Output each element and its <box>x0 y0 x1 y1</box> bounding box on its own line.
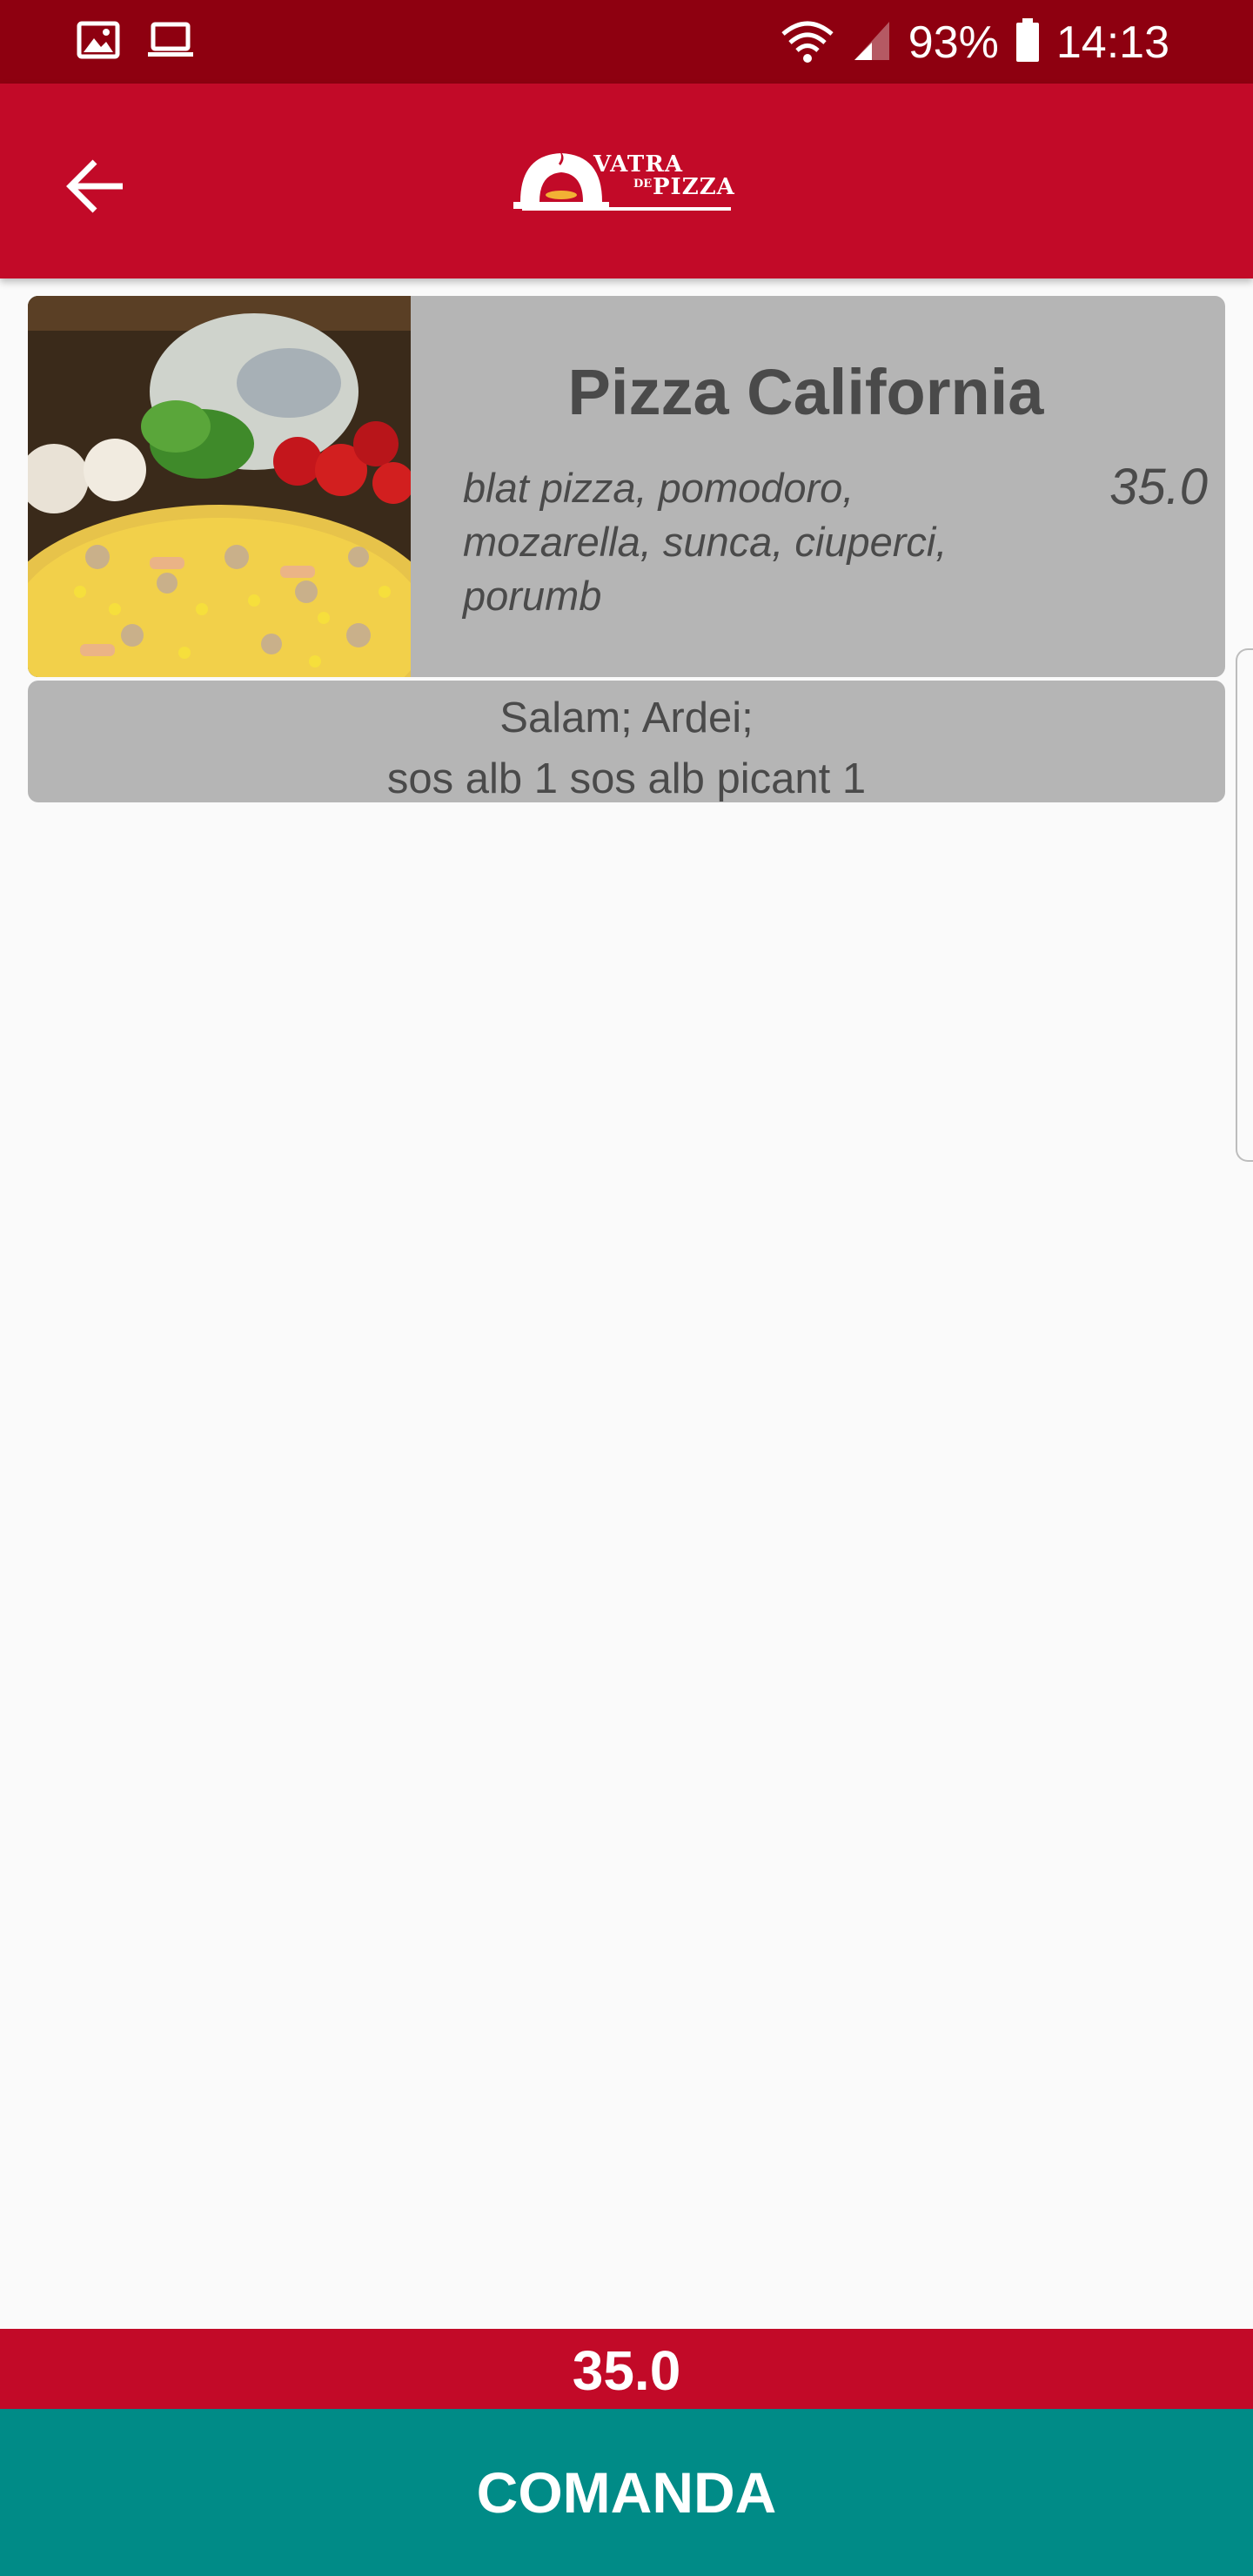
battery-percentage: 93% <box>908 17 999 68</box>
clock: 14:13 <box>1055 17 1169 68</box>
product-image <box>28 296 411 677</box>
vatra-de-pizza-logo: VATRA DE PIZZA <box>513 139 740 226</box>
logo-text-pizza: PIZZA <box>653 174 735 200</box>
side-drawer-handle[interactable] <box>1236 648 1253 1162</box>
product-title: Pizza California <box>567 356 1044 428</box>
status-bar: 93% 14:13 <box>0 0 1253 84</box>
total-price: 35.0 <box>0 2329 1253 2409</box>
back-button[interactable] <box>52 144 139 231</box>
product-description: blat pizza, pomodoro, mozarella, sunca, … <box>463 465 948 619</box>
selected-options: Salam; Ardei; sos alb 1 sos alb picant 1 <box>28 681 1225 802</box>
order-button[interactable]: COMANDA <box>0 2409 1253 2576</box>
product-price: 35.0 <box>1109 459 1208 515</box>
laptop-icon <box>146 21 195 64</box>
options-toppings: Salam; Ardei; <box>499 694 754 741</box>
image-icon <box>77 21 120 64</box>
app-bar: VATRA DE PIZZA <box>0 84 1253 278</box>
logo-underline <box>522 207 731 211</box>
wifi-icon <box>780 18 835 68</box>
logo-text-de: DE <box>633 178 653 191</box>
product-card[interactable]: Pizza California blat pizza, pomodoro, m… <box>28 296 1225 677</box>
arrow-left-icon <box>65 158 126 218</box>
options-sauces: sos alb 1 sos alb picant 1 <box>386 755 867 802</box>
battery-icon <box>1015 17 1041 68</box>
signal-icon <box>851 18 893 68</box>
